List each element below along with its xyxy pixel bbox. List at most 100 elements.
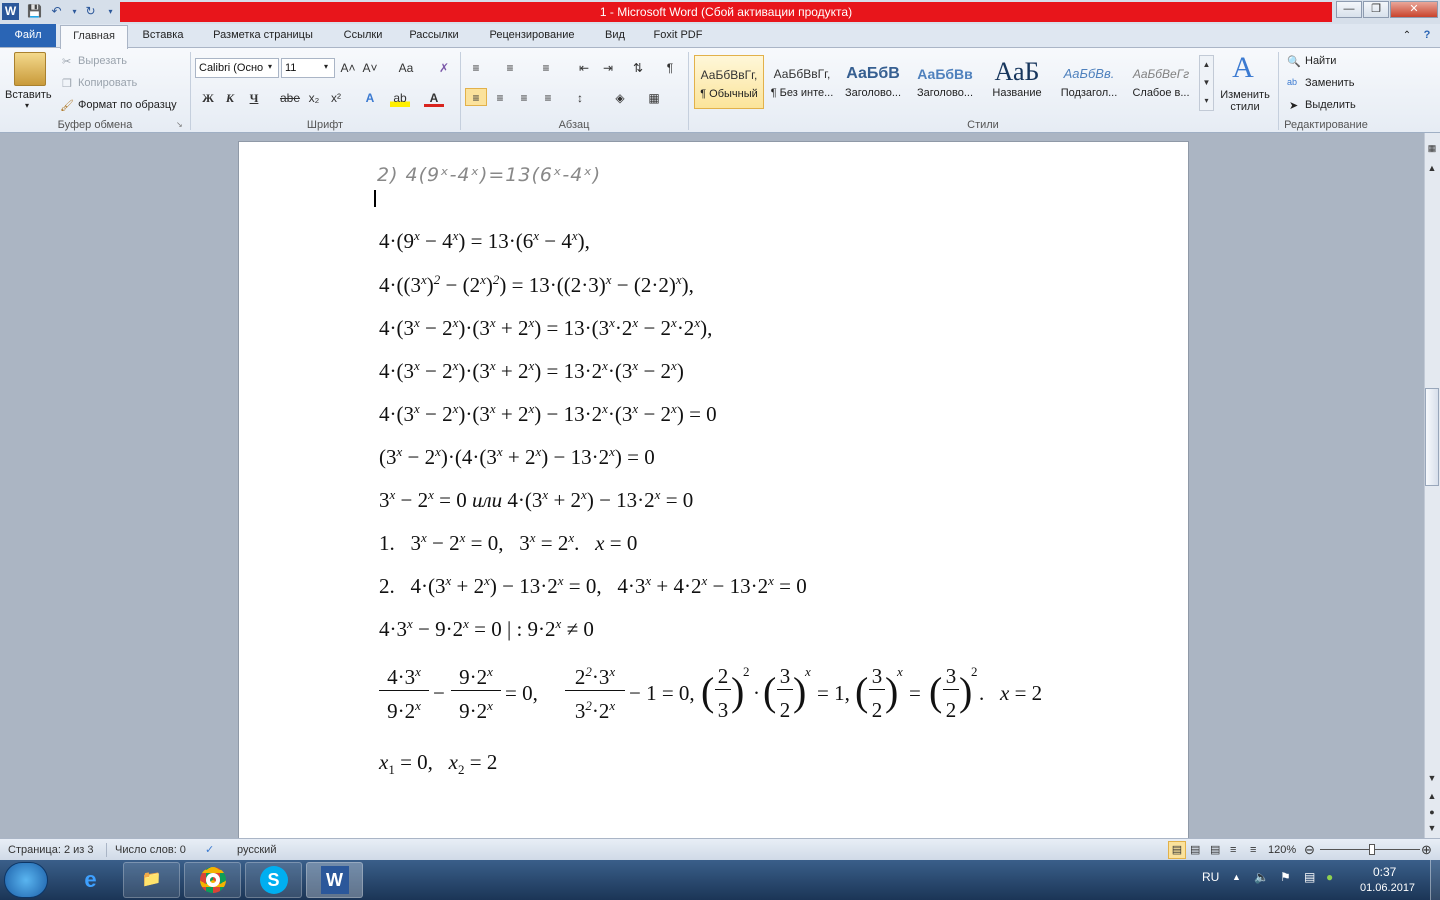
underline-button[interactable]: Ч bbox=[244, 89, 264, 107]
close-button[interactable]: ✕ bbox=[1390, 1, 1438, 18]
highlight-icon[interactable]: ab bbox=[390, 89, 410, 107]
help-icon[interactable]: ? bbox=[1418, 24, 1436, 47]
show-marks-icon[interactable]: ¶ bbox=[660, 59, 680, 77]
multilevel-list-icon[interactable]: ≡ bbox=[536, 59, 556, 77]
styles-scroll-icon[interactable]: ▲ ▼ ▾ bbox=[1199, 55, 1214, 111]
shading-icon[interactable]: ◈ bbox=[610, 89, 630, 107]
clock-date[interactable]: 01.06.2017 bbox=[1360, 882, 1415, 894]
keyboard-language[interactable]: RU bbox=[1202, 870, 1219, 884]
previous-page-icon[interactable]: ▲ bbox=[1424, 788, 1440, 804]
change-case-button[interactable]: Aa bbox=[394, 59, 418, 77]
line-spacing-icon[interactable]: ↕ bbox=[570, 89, 590, 107]
redo-icon[interactable]: ↻ bbox=[82, 3, 99, 20]
style-normal[interactable]: АаБбВвГг, ¶ Обычный bbox=[694, 55, 764, 109]
decrease-indent-icon[interactable]: ⇤ bbox=[574, 59, 594, 77]
style-subtle-emphasis[interactable]: АаБбВеГг Слабое в... bbox=[1126, 55, 1196, 109]
cut-button[interactable]: Вырезать bbox=[78, 55, 127, 67]
file-explorer-icon[interactable]: 📁 bbox=[123, 862, 180, 898]
power-icon[interactable]: ● bbox=[1326, 870, 1333, 884]
page-count[interactable]: Страница: 2 из 3 bbox=[8, 839, 94, 861]
replace-button[interactable]: Заменить bbox=[1305, 77, 1354, 89]
tab-insert[interactable]: Вставка bbox=[134, 24, 192, 47]
word-taskbar-icon[interactable]: W bbox=[306, 862, 363, 898]
maximize-button[interactable]: ❐ bbox=[1363, 1, 1389, 18]
internet-explorer-icon[interactable]: e bbox=[62, 862, 119, 898]
start-button[interactable] bbox=[4, 862, 48, 898]
next-page-icon[interactable]: ▼ bbox=[1424, 820, 1440, 836]
tray-expand-icon[interactable]: ▲ bbox=[1232, 872, 1241, 882]
show-desktop-button[interactable] bbox=[1430, 860, 1440, 900]
style-no-spacing[interactable]: АаБбВвГг, ¶ Без инте... bbox=[767, 55, 837, 109]
style-heading-2[interactable]: АаБбВв Заголово... bbox=[910, 55, 980, 109]
minimize-ribbon-icon[interactable]: ⌃ bbox=[1398, 24, 1416, 47]
zoom-in-icon[interactable]: ⊕ bbox=[1421, 839, 1432, 861]
style-heading-1[interactable]: АаБбВ Заголово... bbox=[838, 55, 908, 109]
strikethrough-button[interactable]: abe bbox=[278, 89, 302, 107]
flag-icon[interactable]: ⚑ bbox=[1280, 870, 1291, 884]
bullets-icon[interactable]: ≡ bbox=[466, 59, 486, 77]
word-count[interactable]: Число слов: 0 bbox=[115, 839, 186, 861]
format-painter-button[interactable]: Формат по образцу bbox=[78, 99, 177, 111]
font-color-icon[interactable]: A bbox=[424, 89, 444, 107]
style-title[interactable]: АаБ Название bbox=[982, 55, 1052, 109]
proofing-icon[interactable]: ✓ bbox=[205, 839, 214, 861]
style-subtitle[interactable]: АаБбВв. Подзагол... bbox=[1054, 55, 1124, 109]
undo-icon[interactable]: ↶ bbox=[48, 3, 65, 20]
tab-view[interactable]: Вид bbox=[594, 24, 636, 47]
tab-review[interactable]: Рецензирование bbox=[476, 24, 588, 47]
zoom-slider-thumb[interactable] bbox=[1369, 844, 1375, 855]
outline-view-icon[interactable]: ≡ bbox=[1230, 839, 1236, 861]
full-screen-view-icon[interactable]: ▤ bbox=[1190, 839, 1200, 861]
tab-foxit[interactable]: Foxit PDF bbox=[642, 24, 714, 47]
clear-format-icon[interactable]: ✗ bbox=[434, 59, 454, 77]
scroll-down-icon[interactable]: ▼ bbox=[1424, 770, 1440, 786]
tab-home[interactable]: Главная bbox=[60, 25, 128, 49]
tab-references[interactable]: Ссылки bbox=[334, 24, 392, 47]
ruler-toggle-icon[interactable]: ▦ bbox=[1424, 140, 1440, 156]
undo-dropdown-icon[interactable]: ▾ bbox=[66, 3, 83, 20]
browse-object-icon[interactable]: ● bbox=[1424, 804, 1440, 820]
align-center-button[interactable]: ≡ bbox=[490, 89, 510, 107]
document-page[interactable]: 2) 4(9ˣ-4ˣ)=13(6ˣ-4ˣ) 4·(9x − 4x) = 13·(… bbox=[238, 141, 1189, 838]
zoom-out-icon[interactable]: ⊖ bbox=[1304, 839, 1315, 861]
language-indicator[interactable]: русский bbox=[237, 839, 276, 861]
scroll-up-icon[interactable]: ▲ bbox=[1424, 160, 1440, 176]
sort-icon[interactable]: ⇅ bbox=[628, 59, 648, 77]
minimize-button[interactable]: — bbox=[1336, 1, 1362, 18]
bold-button[interactable]: Ж bbox=[198, 89, 218, 107]
clipboard-launcher-icon[interactable]: ↘ bbox=[176, 120, 183, 129]
shrink-font-button[interactable]: A˅ bbox=[360, 59, 380, 77]
align-right-button[interactable]: ≡ bbox=[514, 89, 534, 107]
network-icon[interactable]: ▤ bbox=[1304, 870, 1315, 884]
tab-file[interactable]: Файл bbox=[0, 24, 56, 47]
save-icon[interactable]: 💾 bbox=[26, 3, 43, 20]
web-layout-icon[interactable]: ▤ bbox=[1210, 839, 1220, 861]
print-layout-icon[interactable]: ▤ bbox=[1168, 841, 1186, 859]
paste-dropdown-icon[interactable]: ▾ bbox=[25, 101, 29, 110]
find-button[interactable]: Найти bbox=[1305, 55, 1336, 67]
superscript-button[interactable]: x² bbox=[326, 89, 346, 107]
zoom-level[interactable]: 120% bbox=[1268, 839, 1296, 861]
chrome-icon[interactable] bbox=[184, 862, 241, 898]
tab-layout[interactable]: Разметка страницы bbox=[198, 24, 328, 47]
change-styles-icon[interactable]: A bbox=[1228, 53, 1258, 83]
italic-button[interactable]: К bbox=[220, 89, 240, 107]
align-left-button[interactable]: ≡ bbox=[465, 88, 487, 106]
paste-button[interactable]: Вставить bbox=[5, 89, 52, 101]
tab-mailings[interactable]: Рассылки bbox=[398, 24, 470, 47]
justify-button[interactable]: ≡ bbox=[538, 89, 558, 107]
grow-font-button[interactable]: A˄ bbox=[338, 59, 358, 77]
change-styles-button[interactable]: Изменить стили bbox=[1219, 89, 1271, 113]
volume-icon[interactable]: 🔈 bbox=[1254, 870, 1269, 884]
numbering-icon[interactable]: ≡ bbox=[500, 59, 520, 77]
draft-view-icon[interactable]: ≡ bbox=[1250, 839, 1256, 861]
copy-button[interactable]: Копировать bbox=[78, 77, 137, 89]
font-name-dropdown-icon[interactable]: ▾ bbox=[268, 62, 272, 71]
increase-indent-icon[interactable]: ⇥ bbox=[598, 59, 618, 77]
select-button[interactable]: Выделить bbox=[1305, 99, 1356, 111]
font-name-combo[interactable]: Calibri (Осно bbox=[195, 58, 279, 78]
word-logo-icon[interactable]: W bbox=[2, 3, 19, 20]
customize-qat-icon[interactable]: ▾ bbox=[102, 3, 119, 20]
scrollbar-thumb[interactable] bbox=[1425, 388, 1439, 486]
skype-icon[interactable]: S bbox=[245, 862, 302, 898]
